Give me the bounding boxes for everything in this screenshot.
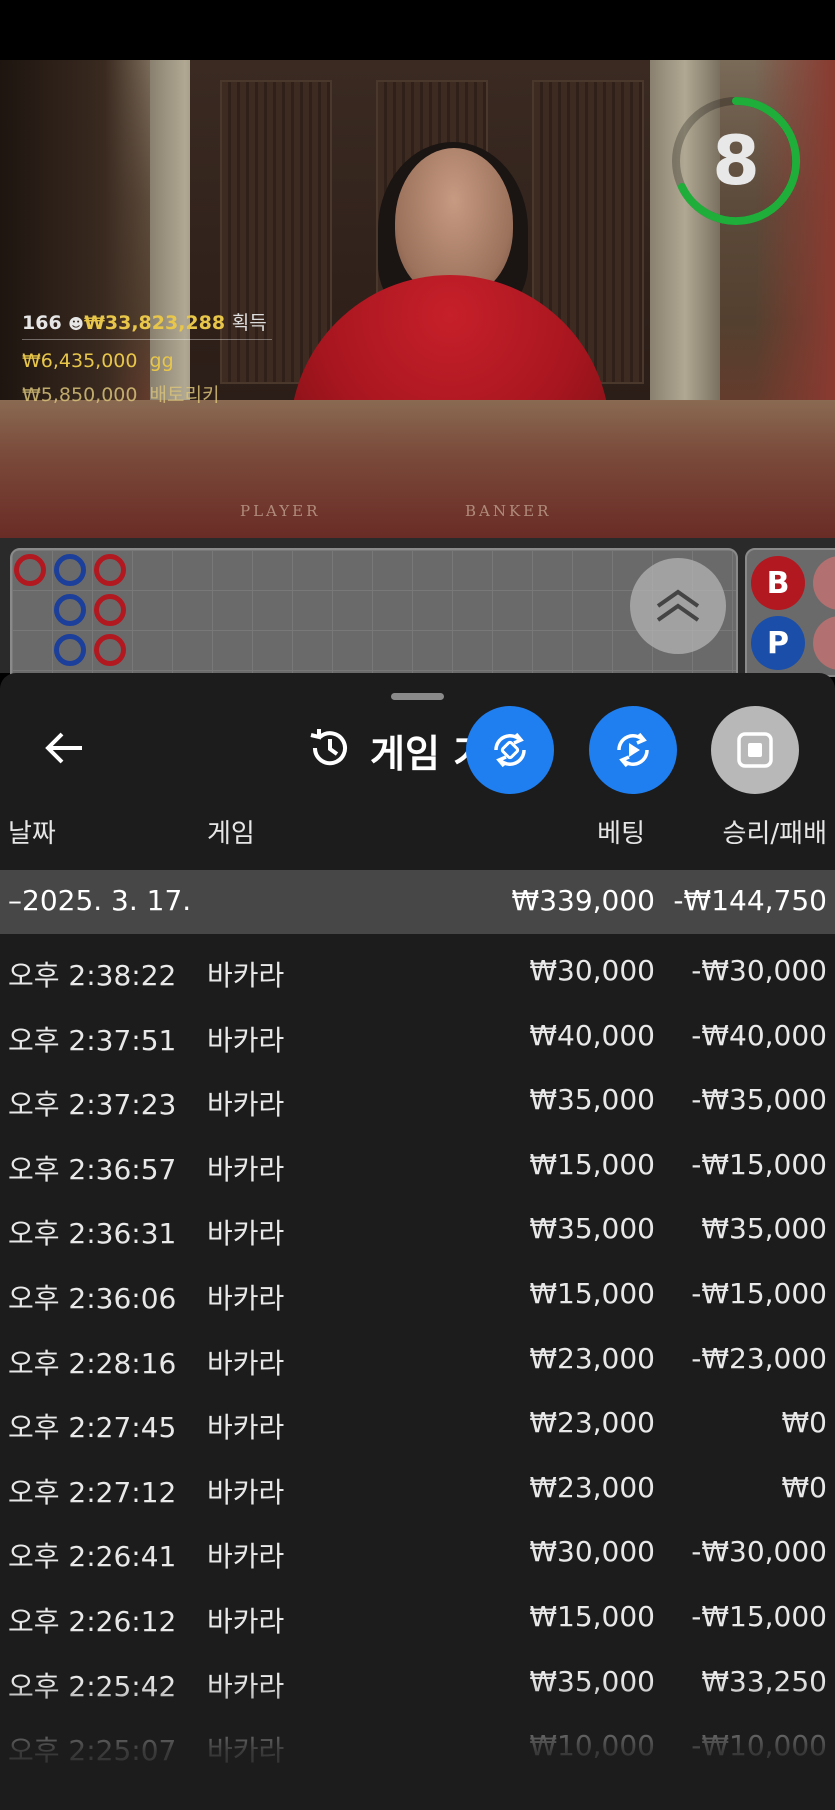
double-chevron-up-icon — [656, 589, 700, 622]
road-bead-banker — [14, 554, 46, 586]
col-date: 날짜 — [8, 819, 56, 849]
road-bead-banker — [94, 594, 126, 626]
col-bet: 베팅 — [597, 819, 645, 849]
road-bead-player — [54, 634, 86, 666]
table-row[interactable]: 오후 2:36:57 바카라 ₩15,000 -₩15,000 — [0, 1128, 835, 1193]
road-bead-player — [54, 554, 86, 586]
game-history-sheet: 게임 기 날짜 게임 베팅 승리/패배 –2025. 3. 17. ₩339,0… — [0, 673, 835, 1810]
table-row[interactable]: 오후 2:28:16 바카라 ₩23,000 -₩23,000 — [0, 1322, 835, 1387]
banker-ghost-marker — [813, 556, 835, 610]
history-column-headers: 날짜 게임 베팅 승리/패배 — [0, 813, 835, 853]
road-bead-banker — [94, 554, 126, 586]
history-icon — [310, 729, 347, 766]
top-winner-2: ₩5,850,000 배토리키 — [22, 384, 220, 406]
player-count: 166 — [22, 312, 62, 334]
table-row[interactable]: 오후 2:27:45 바카라 ₩23,000 ₩0 — [0, 1386, 835, 1451]
table-row[interactable]: 오후 2:37:23 바카라 ₩35,000 -₩35,000 — [0, 1063, 835, 1128]
col-game: 게임 — [207, 819, 255, 849]
road-bead-banker — [94, 634, 126, 666]
replay-button[interactable] — [589, 706, 677, 794]
players-total-row: 166 ☻₩33,823,288 획득 — [22, 302, 272, 345]
winners-overlay: 166 ☻₩33,823,288 획득 ₩6,435,000 gg ₩5,850… — [22, 302, 272, 416]
replay-video-icon — [617, 732, 649, 768]
square-stop-icon — [737, 732, 773, 768]
player-ghost-marker — [813, 616, 835, 670]
table-label-player: PLAYER — [240, 502, 321, 520]
table-label-banker: BANKER — [465, 502, 552, 520]
group-bet-total: ₩339,000 — [511, 884, 655, 917]
player-marker: P — [751, 616, 805, 670]
road-bead-player — [54, 594, 86, 626]
group-date: –2025. 3. 17. — [8, 884, 192, 917]
table-row[interactable]: 오후 2:37:51 바카라 ₩40,000 -₩40,000 — [0, 999, 835, 1064]
rotate-screen-icon — [494, 732, 526, 768]
total-suffix: 획득 — [231, 312, 267, 334]
table-row[interactable]: 오후 2:38:22 바카라 ₩30,000 -₩30,000 — [0, 934, 835, 999]
bead-road-side: B P — [745, 548, 835, 677]
baccarat-table: PLAYER BANKER — [0, 400, 835, 538]
back-arrow-icon[interactable] — [40, 723, 90, 773]
table-row[interactable]: 오후 2:26:12 바카라 ₩15,000 -₩15,000 — [0, 1580, 835, 1645]
big-road — [10, 548, 738, 677]
col-result: 승리/패배 — [722, 819, 827, 849]
sheet-drag-handle[interactable] — [391, 693, 444, 700]
table-row[interactable]: 오후 2:25:07 바카라 ₩10,000 -₩10,000 — [0, 1709, 835, 1774]
countdown-timer: 8 — [712, 121, 760, 201]
table-row[interactable]: 오후 2:36:06 바카라 ₩15,000 -₩15,000 — [0, 1257, 835, 1322]
collapse-button[interactable] — [630, 558, 726, 654]
date-group-row[interactable]: –2025. 3. 17. ₩339,000 -₩144,750 — [0, 870, 835, 934]
table-row[interactable]: 오후 2:25:42 바카라 ₩35,000 ₩33,250 — [0, 1645, 835, 1710]
table-row[interactable]: 오후 2:36:31 바카라 ₩35,000 ₩35,000 — [0, 1192, 835, 1257]
rotate-view-button[interactable] — [466, 706, 554, 794]
group-result-total: -₩144,750 — [673, 884, 827, 917]
total-winnings: ₩33,823,288 — [83, 312, 226, 334]
table-row[interactable]: 오후 2:26:41 바카라 ₩30,000 -₩30,000 — [0, 1515, 835, 1580]
banker-marker: B — [751, 556, 805, 610]
minimize-button[interactable] — [711, 706, 799, 794]
table-row[interactable]: 오후 2:27:12 바카라 ₩23,000 ₩0 — [0, 1451, 835, 1516]
person-icon: ☻ — [68, 315, 84, 333]
history-rows: 오후 2:38:22 바카라 ₩30,000 -₩30,000 오후 2:37:51 바… — [0, 934, 835, 1774]
